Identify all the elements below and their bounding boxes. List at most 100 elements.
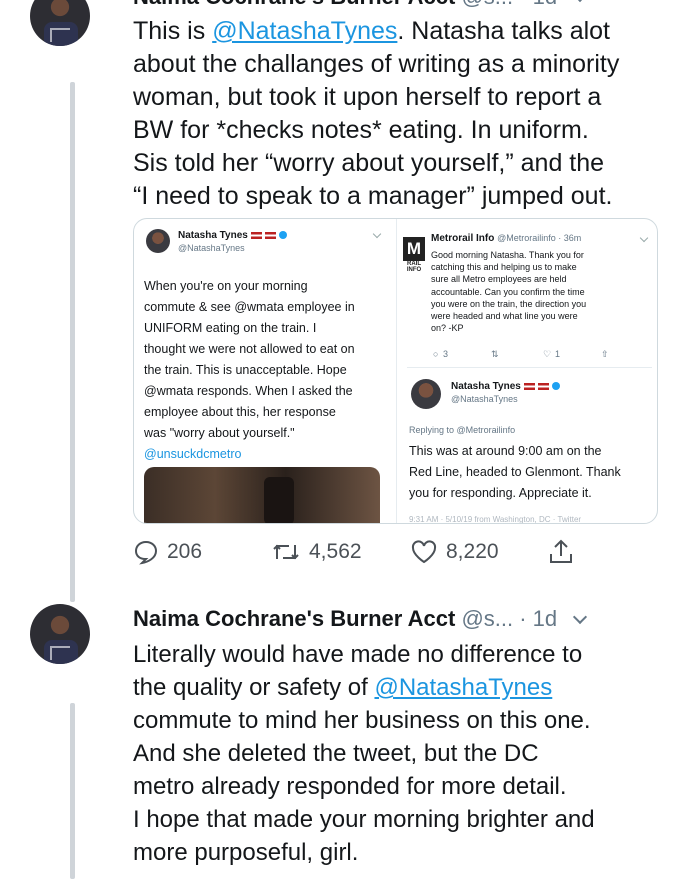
author-name[interactable]: Naima Cochrane's Burner Acct — [133, 606, 455, 631]
tweet-line: more purposeful, girl. — [133, 839, 359, 866]
tweet-line: Literally would have made no difference … — [133, 641, 583, 668]
divider — [407, 367, 652, 368]
embedded-line: sure all Metro employees are held — [431, 274, 567, 285]
tweet-text-segment: This is — [133, 17, 213, 45]
embedded-author-name: Natasha Tynes — [178, 230, 287, 241]
embedded-footer: 9:31 AM · 5/10/19 from Washington, DC · … — [409, 515, 582, 524]
tweet-text-segment: . Natasha talks alot — [397, 17, 611, 45]
share-icon: ⇧ — [601, 349, 609, 359]
embedded-line: UNIFORM eating on the train. I — [144, 321, 317, 335]
reply-icon: ○ — [433, 349, 439, 359]
retweet-count: 4,562 — [309, 540, 362, 563]
metro-logo-letter: M — [403, 237, 425, 261]
embedded-mention: @unsuckdcmetro — [144, 447, 242, 461]
embedded-line: thought we were not allowed to eat on — [144, 342, 355, 356]
like-count: 8,220 — [446, 540, 499, 563]
heart-icon — [411, 540, 437, 564]
embedded-line: you for responding. Appreciate it. — [409, 486, 592, 500]
embedded-line: accountable. Can you confirm the time — [431, 286, 585, 297]
tweet-time[interactable]: · 1d — [519, 606, 557, 631]
mention-link[interactable]: @NatashaTynes — [212, 17, 397, 45]
tweet-header: Naima Cochrane's Burner Acct @s... · 1d — [133, 0, 588, 10]
embedded-author-handle: @NatashaTynes — [451, 394, 518, 404]
embedded-author-handle: @NatashaTynes — [178, 243, 245, 253]
mention-link[interactable]: @NatashaTynes — [374, 674, 552, 701]
metro-logo: M RAIL INFO — [403, 237, 425, 277]
flag-icon — [264, 231, 276, 239]
embedded-line: on? -KP — [431, 323, 464, 334]
embedded-reply-text: This was at around 9:00 am on the Red Li… — [409, 441, 654, 504]
share-icon — [550, 539, 572, 563]
like-button[interactable]: 8,220 — [410, 538, 499, 566]
tweet-time[interactable]: · 1d — [519, 0, 557, 9]
embedded-author-name-text: Metrorail Info — [431, 233, 495, 244]
reply-count: 206 — [167, 540, 203, 563]
flag-icon — [537, 382, 549, 390]
author-handle[interactable]: @s... — [461, 0, 513, 9]
tweet-text-segment: the quality or safety of — [133, 674, 375, 701]
author-handle[interactable]: @s... — [461, 606, 513, 631]
tweet-line: about the challanges of writing as a min… — [133, 50, 620, 78]
verified-icon — [551, 382, 560, 391]
reply-icon — [134, 540, 158, 565]
chevron-down-icon — [639, 233, 649, 243]
avatar — [411, 379, 441, 409]
avatar[interactable] — [30, 604, 90, 664]
embedded-line: you were on the train, the direction you — [431, 298, 587, 309]
embedded-line: Red Line, headed to Glenmont. Thank — [409, 465, 621, 479]
tweet-line: And she deleted the tweet, but the DC — [133, 740, 539, 767]
avatar[interactable] — [30, 0, 90, 46]
embedded-tweet-text: Good morning Natasha. Thank you for catc… — [431, 249, 653, 334]
replying-to: Replying to @Metrorailinfo — [409, 425, 516, 435]
share-button[interactable] — [548, 538, 582, 566]
embedded-line: was "worry about yourself." — [144, 426, 295, 440]
tweet-line: metro already responded for more detail. — [133, 773, 567, 800]
retweet-icon: ⇅ — [491, 349, 499, 359]
embedded-author-name: Metrorail Info @Metrorailinfo · 36m — [431, 233, 581, 244]
retweet-button[interactable]: 4,562 — [271, 538, 362, 566]
embedded-line: Good morning Natasha. Thank you for — [431, 250, 584, 260]
embedded-like-count: 1 — [555, 349, 561, 359]
embedded-tweet-natasha: Natasha Tynes @NatashaTynes When you're … — [134, 219, 394, 523]
embedded-author-name-text: Natasha Tynes — [178, 230, 248, 241]
avatar — [146, 229, 170, 253]
tweet-line: “I need to speak to a manager” jumped ou… — [133, 182, 613, 210]
tweet-line: Sis told her “worry about yourself,” and… — [133, 149, 605, 177]
embedded-tweet-text: When you're on your morning commute & se… — [144, 276, 389, 465]
thread-line — [70, 703, 75, 879]
chevron-down-icon[interactable] — [573, 609, 588, 625]
author-name[interactable]: Naima Cochrane's Burner Acct — [133, 0, 455, 9]
chevron-down-icon — [372, 229, 382, 239]
embedded-actions: ○ 3 ⇅ ♡ 1 ⇧ — [433, 349, 633, 361]
reply-button[interactable]: 206 — [133, 538, 202, 566]
embedded-line: @wmata responds. When I asked the — [144, 384, 353, 398]
tweet-text: Literally would have made no difference … — [133, 638, 595, 869]
embedded-line: were headed and what line you were — [431, 311, 578, 322]
embedded-tweet-metro: M RAIL INFO Metrorail Info @Metrorailinf… — [397, 219, 657, 524]
embedded-line: the train. This is unacceptable. Hope — [144, 363, 347, 377]
embedded-line: This was at around 9:00 am on the — [409, 444, 602, 458]
retweet-icon — [273, 544, 299, 560]
tweet-actions: 206 4,562 8,220 — [133, 538, 593, 566]
tweet-line: BW for *checks notes* eating. In uniform… — [133, 116, 589, 144]
train-photo — [144, 467, 380, 523]
embedded-line: commute & see @wmata employee in — [144, 300, 355, 314]
embedded-line: employee about this, her response — [144, 405, 336, 419]
flag-icon — [523, 382, 535, 390]
embedded-handle-time: @Metrorailinfo · 36m — [497, 233, 582, 243]
embedded-line: When you're on your morning — [144, 279, 308, 293]
tweet-line: I hope that made your morning brighter a… — [133, 806, 595, 833]
flag-icon — [250, 231, 262, 239]
embedded-author-name-text: Natasha Tynes — [451, 381, 521, 392]
embedded-reply-count: 3 — [443, 349, 449, 359]
heart-icon: ♡ — [543, 349, 552, 359]
metro-logo-word: INFO — [406, 267, 422, 273]
tweet-header: Naima Cochrane's Burner Acct @s... · 1d — [133, 606, 588, 632]
chevron-down-icon[interactable] — [573, 0, 588, 3]
tweet-line: commute to mind her business on this one… — [133, 707, 591, 734]
thread-line — [70, 82, 75, 602]
embedded-image[interactable]: Natasha Tynes @NatashaTynes When you're … — [133, 218, 658, 524]
tweet-line: woman, but took it upon herself to repor… — [133, 83, 602, 111]
embedded-author-name: Natasha Tynes — [451, 381, 560, 392]
verified-icon — [278, 231, 287, 240]
